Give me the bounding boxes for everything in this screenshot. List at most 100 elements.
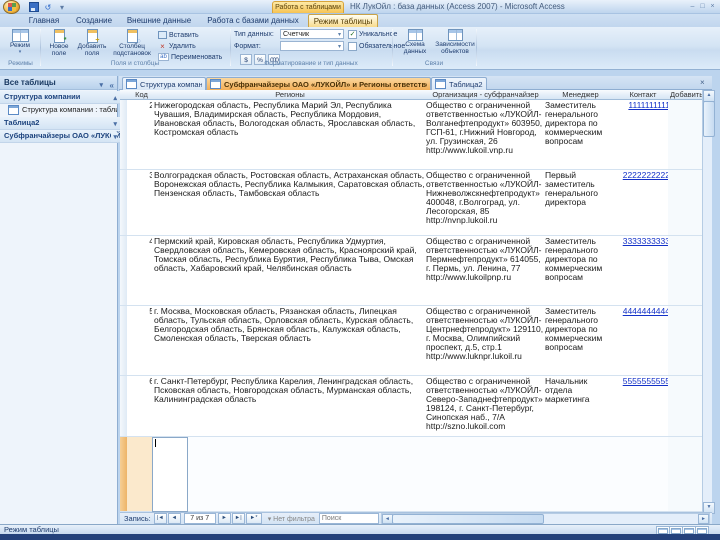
new-record-regiony-cell[interactable] — [152, 437, 429, 512]
checkbox-unchecked-icon — [348, 42, 357, 51]
header-row: Код▾ Регионы▾ Организация - субфранчайзе… — [120, 90, 707, 100]
minimize-button[interactable]: – — [688, 2, 697, 11]
group-separator — [392, 29, 393, 66]
insert-icon — [158, 31, 167, 39]
object-dependencies-button[interactable]: Зависимости объектов — [435, 29, 475, 60]
table-icon — [126, 79, 137, 89]
tab-sozdanie[interactable]: Создание — [72, 14, 116, 27]
relationships-icon — [407, 29, 423, 41]
new-field-button[interactable]: * Новое поле — [44, 29, 74, 60]
nav-group-label: Таблица2 — [4, 118, 40, 127]
title-bar: ↺ ▾ Работа с таблицами НК ЛукОйл : база … — [0, 0, 720, 14]
cell-organizatsiya[interactable]: Общество с ограниченной ответственностью… — [424, 170, 548, 236]
cell-organizatsiya[interactable]: Общество с ограниченной ответственностью… — [424, 306, 548, 376]
last-record-button[interactable]: ►| — [231, 513, 245, 524]
close-button[interactable]: × — [708, 2, 717, 11]
table-row: 6 г. Санкт-Петербург, Республика Карелия… — [120, 376, 707, 437]
tab-glavnaya[interactable]: Главная — [24, 14, 64, 27]
doc-tab-subfranchayzery[interactable]: Субфранчайзеры ОАО «ЛУКОЙЛ» и Регионы от… — [206, 77, 431, 90]
tab-rezhim-tablitsy[interactable]: Режим таблицы — [308, 14, 378, 27]
table-icon — [210, 79, 221, 89]
cell-regiony[interactable]: г. Москва, Московская область, Рязанская… — [152, 306, 429, 376]
previous-record-button[interactable]: ◄ — [167, 513, 181, 524]
active-cell[interactable] — [152, 437, 188, 512]
cell-kontakt[interactable]: 2222222222 — [614, 170, 673, 236]
cell-organizatsiya[interactable]: Общество с ограниченной ответственностью… — [424, 100, 548, 170]
required-checkbox[interactable]: Обязательное — [348, 42, 405, 51]
data-type-combo[interactable]: Счетчик ▾ — [280, 29, 344, 39]
lookup-column-button[interactable]: ◌ Столбец подстановок — [110, 29, 154, 60]
vertical-scrollbar[interactable]: ▲ ▼ — [702, 90, 715, 514]
cell-menedzher[interactable]: Заместитель генерального директора по ко… — [543, 306, 619, 376]
cell-menedzher[interactable]: Заместитель генерального директора по ко… — [543, 236, 619, 306]
lookup-column-icon: ◌ — [126, 29, 141, 45]
tab-vneshnie-dannye[interactable]: Внешние данные — [124, 14, 194, 27]
qat-customize-button[interactable]: ▾ — [56, 2, 68, 12]
cell-regiony[interactable]: Нижегородская область, Республика Марий … — [152, 100, 429, 170]
cell-organizatsiya[interactable]: Общество с ограниченной ответственностью… — [424, 376, 548, 437]
navigation-pane: Все таблицы ▾ « Структура компании ▴ Стр… — [0, 76, 121, 524]
relationships-button[interactable]: Схема данных — [398, 29, 432, 60]
cell-kontakt[interactable]: 5555555555 — [614, 376, 673, 437]
format-label: Формат: — [234, 43, 261, 50]
column-header-menedzher[interactable]: Менеджер▾ — [543, 90, 619, 100]
next-record-button[interactable]: ► — [217, 513, 231, 524]
datasheet: Код▾ Регионы▾ Организация - субфранчайзе… — [120, 90, 707, 512]
delete-column-button[interactable]: × Удалить — [158, 41, 196, 51]
scrollbar-thumb[interactable] — [391, 513, 544, 524]
scroll-right-icon[interactable]: ► — [698, 513, 709, 524]
cell-menedzher[interactable]: Первый заместитель генерального директор… — [543, 170, 619, 236]
nav-group-subfranchayzery[interactable]: Субфранчайзеры ОАО «ЛУКОЙЛ» и Регионы от… — [0, 130, 121, 143]
search-input[interactable]: Поиск — [318, 513, 379, 524]
cell-kontakt[interactable]: 1111111111 — [614, 100, 673, 170]
office-button[interactable] — [3, 0, 20, 14]
doc-tab-label: Структура компании — [140, 79, 202, 89]
tab-rabota-s-bazami[interactable]: Работа с базами данных — [202, 14, 304, 27]
data-type-label: Тип данных: — [234, 31, 274, 38]
nav-group-tablitsa2[interactable]: Таблица2 ▾ — [0, 117, 121, 130]
add-existing-fields-button[interactable]: + Добавить поля — [76, 29, 108, 60]
record-position[interactable]: 7 из 7 — [183, 513, 216, 524]
nav-pane-header[interactable]: Все таблицы ▾ « — [0, 76, 117, 90]
column-header-kontakt[interactable]: Контакт▾ — [614, 90, 673, 100]
new-record-organizatsiya-cell[interactable] — [424, 437, 548, 512]
cell-regiony[interactable]: Волгоградская область, Ростовская област… — [152, 170, 429, 236]
horizontal-scrollbar[interactable]: ◄ ► — [380, 512, 710, 525]
format-combo[interactable]: ▾ — [280, 41, 344, 51]
chevron-down-icon: ▾ — [111, 132, 117, 142]
save-button[interactable] — [28, 2, 40, 12]
add-fields-icon: + — [86, 29, 100, 44]
cell-menedzher[interactable]: Начальник отдела маркетинга — [543, 376, 619, 437]
table-icon — [8, 105, 19, 115]
doc-tab-tablitsa2[interactable]: Таблица2 — [431, 77, 487, 90]
view-button[interactable]: Режим ▾ — [6, 29, 34, 60]
chevron-down-icon: ▾ — [59, 2, 64, 12]
new-record-kontakt-cell[interactable] — [614, 437, 673, 512]
close-document-icon[interactable]: × — [700, 78, 705, 87]
text-caret — [155, 439, 156, 447]
nav-item-struktura-table[interactable]: Структура компании : таблица — [0, 104, 117, 116]
group-separator — [476, 29, 477, 66]
doc-tab-struktura[interactable]: Структура компании — [122, 77, 206, 90]
cell-regiony[interactable]: г. Санкт-Петербург, Республика Карелия, … — [152, 376, 429, 437]
undo-button[interactable]: ↺ — [42, 2, 54, 12]
cell-kontakt[interactable]: 4444444444 — [614, 306, 673, 376]
scrollbar-thumb[interactable] — [703, 101, 715, 137]
cell-organizatsiya[interactable]: Общество с ограниченной ответственностью… — [424, 236, 548, 306]
insert-column-button[interactable]: Вставить — [158, 30, 199, 40]
chevron-up-icon: ▴ — [113, 95, 117, 102]
unique-checkbox[interactable]: ✓ Уникальное — [348, 30, 397, 39]
window-title: НК ЛукОйл : база данных (Access 2007) - … — [350, 2, 565, 11]
new-record-button[interactable]: ►* — [245, 513, 262, 524]
cell-regiony[interactable]: Пермский край, Кировская область, Респуб… — [152, 236, 429, 306]
first-record-button[interactable]: |◄ — [153, 513, 167, 524]
column-header-regiony[interactable]: Регионы▾ — [152, 90, 429, 100]
maximize-button[interactable]: □ — [698, 2, 707, 11]
column-header-organizatsiya[interactable]: Организация - субфранчайзер▾ — [424, 90, 548, 100]
filter-state[interactable]: ▾ Нет фильтра — [268, 515, 315, 523]
cell-menedzher[interactable]: Заместитель генерального директора по ко… — [543, 100, 619, 170]
nav-group-struktura[interactable]: Структура компании ▴ — [0, 91, 121, 104]
new-record-menedzher-cell[interactable] — [543, 437, 619, 512]
nav-group-label: Субфранчайзеры ОАО «ЛУКОЙЛ» и Регионы от… — [4, 131, 121, 140]
cell-kontakt[interactable]: 3333333333 — [614, 236, 673, 306]
